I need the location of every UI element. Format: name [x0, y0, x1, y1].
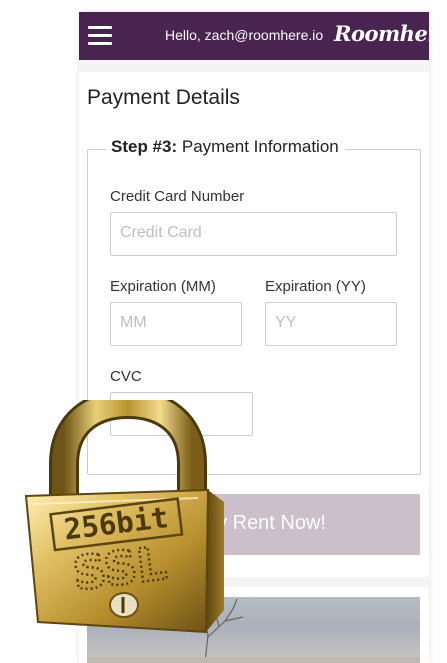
step-label: Step #3:	[111, 137, 178, 156]
section-title: Payment Information	[181, 137, 339, 156]
user-greeting: Hello, zach@roomhere.io	[165, 27, 324, 43]
expiration-year-label: Expiration (YY)	[265, 278, 366, 295]
cvc-label: CVC	[110, 368, 142, 385]
pay-button-label: y Rent Now!	[217, 512, 326, 534]
fieldset-legend: Step #3: Payment Information	[106, 137, 345, 157]
expiration-month-label: Expiration (MM)	[110, 278, 216, 295]
page-title: Payment Details	[87, 86, 240, 109]
roomhere-logo[interactable]: Roomhere	[334, 21, 429, 46]
ssl-text: SSL	[70, 536, 169, 601]
ssl-padlock-icon: 256bit SSL	[24, 400, 224, 634]
top-navigation-bar: Hello, zach@roomhere.io Roomhere	[79, 12, 429, 60]
hamburger-menu-icon[interactable]	[88, 26, 112, 46]
credit-card-number-label: Credit Card Number	[110, 188, 245, 205]
expiration-month-input[interactable]: MM	[110, 302, 242, 346]
expiration-year-input[interactable]: YY	[265, 302, 397, 346]
credit-card-input[interactable]: Credit Card	[110, 212, 397, 256]
